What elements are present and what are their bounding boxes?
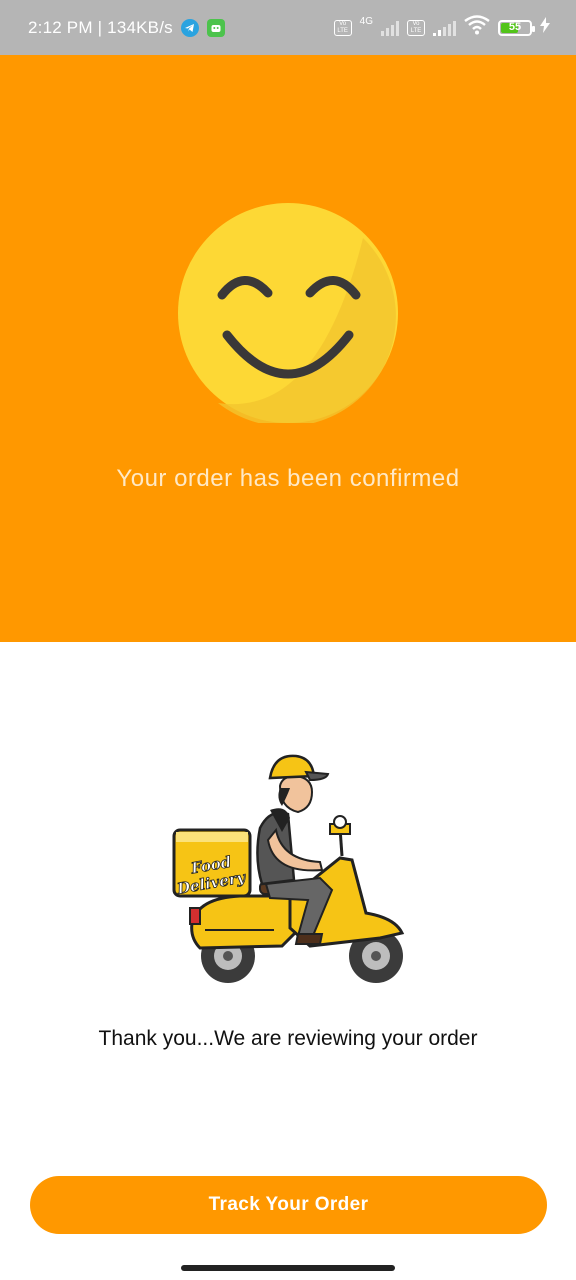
track-order-button[interactable]: Track Your Order bbox=[30, 1176, 547, 1234]
smiley-face-icon bbox=[178, 203, 398, 423]
food-delivery-scooter-icon: Food Delivery bbox=[172, 754, 405, 983]
telegram-icon bbox=[180, 18, 199, 37]
confirmation-hero: Your order has been confirmed bbox=[0, 55, 576, 642]
status-bar: 2:12 PM | 134KB/s Vo LTE 4G Vo LTE 55 bbox=[0, 0, 576, 55]
status-left: 2:12 PM | 134KB/s bbox=[28, 0, 225, 55]
order-confirmed-message: Your order has been confirmed bbox=[116, 465, 460, 492]
volte-icon: Vo LTE bbox=[333, 19, 352, 36]
volte-icon-2: Vo LTE bbox=[407, 19, 425, 36]
status-right: Vo LTE 4G Vo LTE 55 bbox=[333, 0, 550, 55]
signal-strength-icon bbox=[381, 20, 399, 36]
wifi-icon bbox=[464, 15, 490, 40]
thank-you-message: Thank you...We are reviewing your order bbox=[98, 1027, 478, 1050]
signal-strength-icon-2 bbox=[433, 20, 456, 36]
home-indicator[interactable] bbox=[181, 1265, 395, 1271]
network-type-label: 4G bbox=[359, 16, 373, 27]
battery-level: 55 bbox=[508, 20, 522, 33]
android-robot-icon bbox=[206, 18, 225, 37]
battery-icon: 55 bbox=[498, 19, 535, 36]
status-time: 2:12 PM | 134KB/s bbox=[28, 17, 173, 37]
charging-icon bbox=[540, 17, 550, 38]
